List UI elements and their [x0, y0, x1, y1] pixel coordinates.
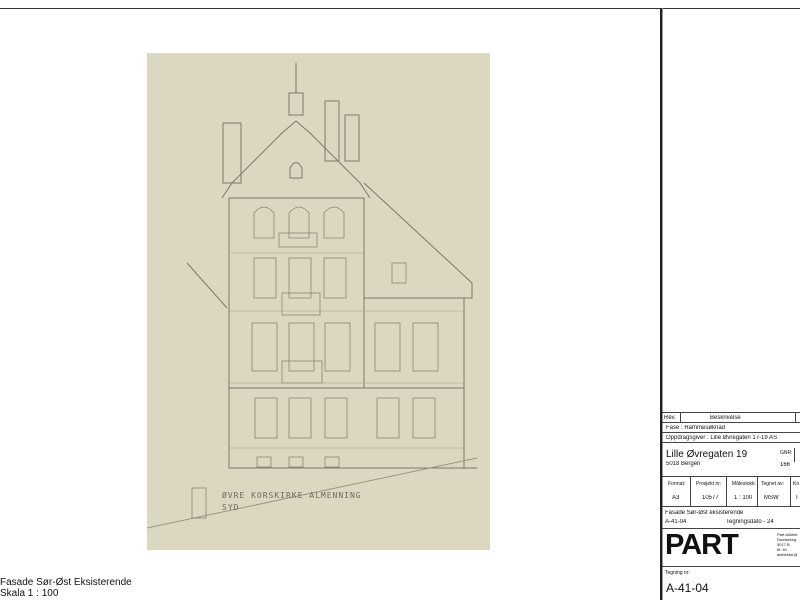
phase-row: Fase : Rammesøknad — [662, 422, 800, 432]
controlled-value: I — [796, 495, 798, 501]
gnr-label: GNR: — [780, 450, 793, 456]
scale-label: Målestokk: — [732, 481, 756, 487]
client-text: Oppdragsgiver : Lille Øvregaten 17-19 AS — [666, 435, 778, 441]
gnr-divider — [794, 448, 795, 462]
drawing-no-label: Tegning nr: — [665, 570, 690, 576]
drawn-by-value: MSW — [764, 495, 779, 501]
scanned-facade-drawing: ØVRE KORSKIRKE ALMENNING SYD — [147, 53, 490, 550]
project-address: 5018 Bergen — [666, 461, 701, 467]
part-logo: PART — [665, 529, 739, 561]
drawn-by-label: Tegnet av: — [761, 481, 785, 487]
facade-sketch — [147, 63, 478, 529]
info-divider-3 — [757, 476, 758, 506]
rev-divider-right — [795, 412, 796, 422]
rev-label: Rev. — [664, 415, 676, 421]
sheet-title: Fasade Sør-Øst eksisterende — [665, 510, 744, 516]
title-block: Rev. Beskrivelse Fase : Rammesøknad Oppd… — [662, 412, 800, 600]
handwritten-direction-label: SYD — [222, 503, 240, 512]
drawing-caption-title: Fasade Sør-Øst Eksisterende — [0, 577, 132, 588]
format-label: Format: — [668, 481, 686, 487]
project-name: Lille Øvregaten 19 — [666, 449, 748, 460]
project-row: Lille Øvregaten 19 5018 Bergen GNR: 166 — [662, 442, 800, 476]
sheet-title-row: Fasade Sør-Øst eksisterende A-41-04 Tegn… — [662, 506, 800, 528]
info-divider-2 — [726, 476, 727, 506]
drawing-date-label: Tegningsdato - 24 — [726, 519, 774, 525]
drawing-number: A-41-04 — [666, 581, 709, 595]
sheet-number: A-41-04 — [665, 519, 687, 525]
info-divider-1 — [690, 476, 691, 506]
company-line: arkitektur@ — [777, 552, 798, 557]
phase-text: Fase : Rammesøknad — [666, 425, 726, 431]
rev-divider — [680, 412, 681, 422]
scale-value: 1 : 100 — [734, 495, 753, 501]
drawing-caption-scale: Skala 1 : 100 — [0, 588, 59, 599]
format-value: A3 — [672, 495, 680, 501]
company-address: Part Arkitek Domkirkeg 5017 B tlf. 40 ar… — [777, 532, 798, 557]
gnr-value: 166 — [780, 462, 791, 468]
client-row: Oppdragsgiver : Lille Øvregaten 17-19 AS — [662, 432, 800, 442]
revision-header-row: Rev. Beskrivelse — [662, 412, 800, 422]
project-no-label: Prosjekt nr: — [696, 481, 722, 487]
info-divider-4 — [790, 476, 791, 506]
project-no-value: 10577 — [702, 495, 719, 501]
info-row: Format: Prosjekt nr: Målestokk: Tegnet a… — [662, 476, 800, 506]
controlled-label: Ko — [793, 481, 800, 487]
handwritten-street-label: ØVRE KORSKIRKE ALMENNING — [222, 491, 362, 500]
description-label: Beskrivelse — [710, 415, 741, 421]
